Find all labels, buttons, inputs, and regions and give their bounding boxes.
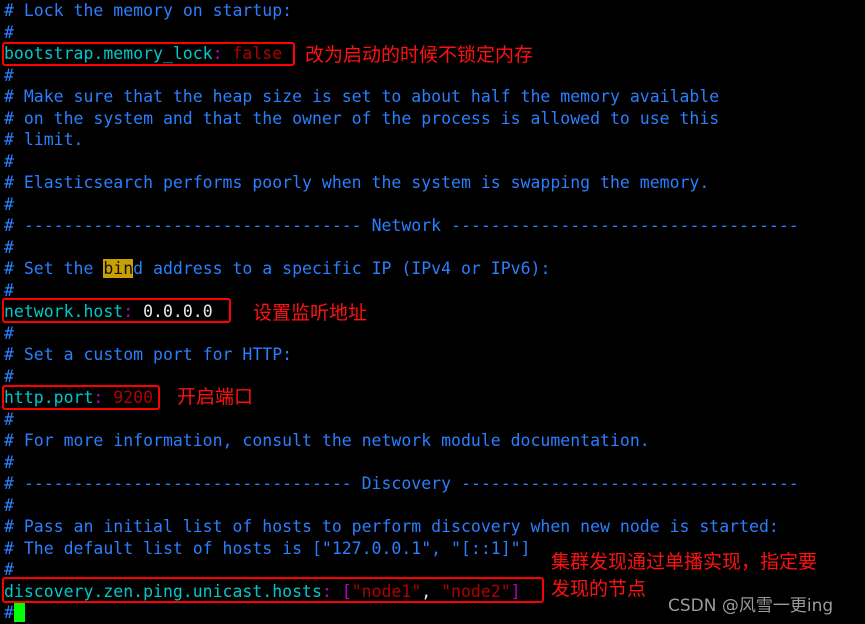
csdn-watermark: CSDN @风雪一更ing bbox=[668, 596, 834, 616]
code-line-26: # The default list of hosts is ["127.0.0… bbox=[4, 538, 531, 560]
code-line-12: # bbox=[4, 237, 14, 259]
code-line-11-network-separator: # ---------------------------------- Net… bbox=[4, 215, 799, 237]
annotation-http-port: 开启端口 bbox=[177, 386, 254, 408]
yaml-key-discovery-hosts: discovery.zen.ping.unicast.hosts bbox=[4, 581, 322, 601]
code-line-23-discovery-separator: # --------------------------------- Disc… bbox=[4, 473, 799, 495]
code-line-8: # bbox=[4, 151, 14, 173]
comment-text: d address to a specific IP (IPv4 or IPv6… bbox=[133, 259, 551, 278]
comment-text: # limit. bbox=[4, 130, 84, 149]
yaml-value-9200: 9200 bbox=[103, 388, 154, 407]
comment-hash: # bbox=[4, 409, 14, 429]
terminal-cursor bbox=[14, 602, 25, 622]
yaml-value-false: false bbox=[222, 44, 283, 63]
code-line-7: # limit. bbox=[4, 129, 83, 151]
comment-hash: # bbox=[4, 452, 14, 472]
yaml-value-network-host: 0.0.0.0 bbox=[133, 302, 213, 321]
code-line-20: # bbox=[4, 409, 14, 431]
annotation-discovery-line1: 集群发现通过单播实现，指定要 bbox=[551, 551, 818, 573]
yaml-value-node2: "node2" bbox=[431, 581, 511, 601]
terminal-screen: # Lock the memory on startup: # bootstra… bbox=[0, 0, 865, 623]
code-line-10: # bbox=[4, 194, 14, 216]
code-line-21: # For more information, consult the netw… bbox=[4, 430, 650, 452]
search-highlight-bin: bin bbox=[103, 259, 134, 278]
section-label-discovery: Discovery bbox=[361, 474, 452, 493]
code-line-4: # bbox=[4, 65, 14, 87]
annotation-discovery-line2: 发现的节点 bbox=[551, 578, 647, 600]
comment-hash: # bbox=[4, 323, 14, 343]
yaml-value-node1: "node1" bbox=[351, 581, 422, 601]
comment-hash: # bbox=[4, 366, 14, 386]
code-line-18: # bbox=[4, 366, 14, 388]
comment-text: # For more information, consult the netw… bbox=[4, 431, 650, 450]
code-line-6: # on the system and that the owner of th… bbox=[4, 108, 719, 130]
code-line-28-discovery-hosts: discovery.zen.ping.unicast.hosts: ["node… bbox=[4, 581, 521, 603]
bracket-close: ] bbox=[510, 581, 521, 601]
code-line-22: # bbox=[4, 452, 14, 474]
colon-punct: : bbox=[212, 44, 223, 63]
comment-hash: # bbox=[4, 280, 14, 300]
yaml-key-bootstrap-memory-lock: bootstrap.memory_lock bbox=[4, 44, 213, 63]
comment-text: # on the system and that the owner of th… bbox=[4, 108, 720, 128]
separator-dashes-left: # --------------------------------- bbox=[4, 474, 362, 493]
code-line-2: # bbox=[4, 22, 14, 44]
yaml-key-network-host: network.host bbox=[4, 302, 124, 321]
colon-punct: : bbox=[321, 581, 332, 601]
comment-text: # bbox=[4, 1, 24, 20]
code-line-17: # Set a custom port for HTTP: bbox=[4, 344, 292, 366]
code-line-24: # bbox=[4, 495, 14, 517]
code-line-9: # Elasticsearch performs poorly when the… bbox=[4, 172, 709, 194]
comment-text: # Pass an initial list of hosts to perfo… bbox=[4, 517, 779, 536]
separator-dashes-right: ---------------------------------- bbox=[451, 474, 799, 493]
comma-punct: , bbox=[421, 581, 432, 601]
section-label-network: Network bbox=[371, 216, 442, 235]
code-line-27: # bbox=[4, 559, 14, 581]
annotation-network-host: 设置监听地址 bbox=[253, 302, 368, 324]
code-line-16: # bbox=[4, 323, 14, 345]
bracket-open: [ bbox=[341, 581, 352, 601]
comment-hash: # bbox=[4, 65, 14, 85]
code-line-1: # Lock the memory on startup: bbox=[4, 0, 292, 22]
comment-hash: # bbox=[4, 560, 14, 579]
code-line-14: # bbox=[4, 280, 14, 302]
code-line-5: # Make sure that the heap size is set to… bbox=[4, 86, 719, 108]
comment-text: # Make sure that the heap size is set to… bbox=[4, 87, 720, 106]
comment-text: # Set a custom port for HTTP: bbox=[4, 345, 293, 364]
colon-punct: : bbox=[93, 388, 104, 407]
code-line-15-network-host: network.host: 0.0.0.0 bbox=[4, 301, 213, 323]
colon-punct: : bbox=[123, 302, 134, 321]
comment-hash: # bbox=[4, 603, 14, 622]
comment-hash: # bbox=[4, 151, 14, 171]
comment-hash: # bbox=[4, 22, 14, 42]
code-line-19-http-port: http.port: 9200 bbox=[4, 387, 153, 409]
comment-text: # The default list of hosts is ["127.0.0… bbox=[4, 538, 531, 558]
comment-text: Lock the memory on startup: bbox=[23, 1, 293, 20]
code-line-3-bootstrap-memory-lock: bootstrap.memory_lock: false bbox=[4, 43, 282, 65]
yaml-key-http-port: http.port bbox=[4, 388, 94, 407]
comment-text: # Set the bbox=[4, 259, 104, 278]
comment-hash: # bbox=[4, 495, 14, 515]
code-line-29: # bbox=[4, 602, 14, 624]
comment-hash: # bbox=[4, 237, 14, 257]
code-line-13-bind-address: # Set the bind address to a specific IP … bbox=[4, 258, 550, 280]
separator-dashes-right: ----------------------------------- bbox=[441, 216, 799, 235]
separator-dashes-left: # ---------------------------------- bbox=[4, 216, 372, 235]
comment-hash: # bbox=[4, 194, 14, 214]
comment-text: # Elasticsearch performs poorly when the… bbox=[4, 173, 710, 192]
code-line-25: # Pass an initial list of hosts to perfo… bbox=[4, 516, 779, 538]
annotation-memory-lock: 改为启动的时候不锁定内存 bbox=[305, 44, 534, 66]
